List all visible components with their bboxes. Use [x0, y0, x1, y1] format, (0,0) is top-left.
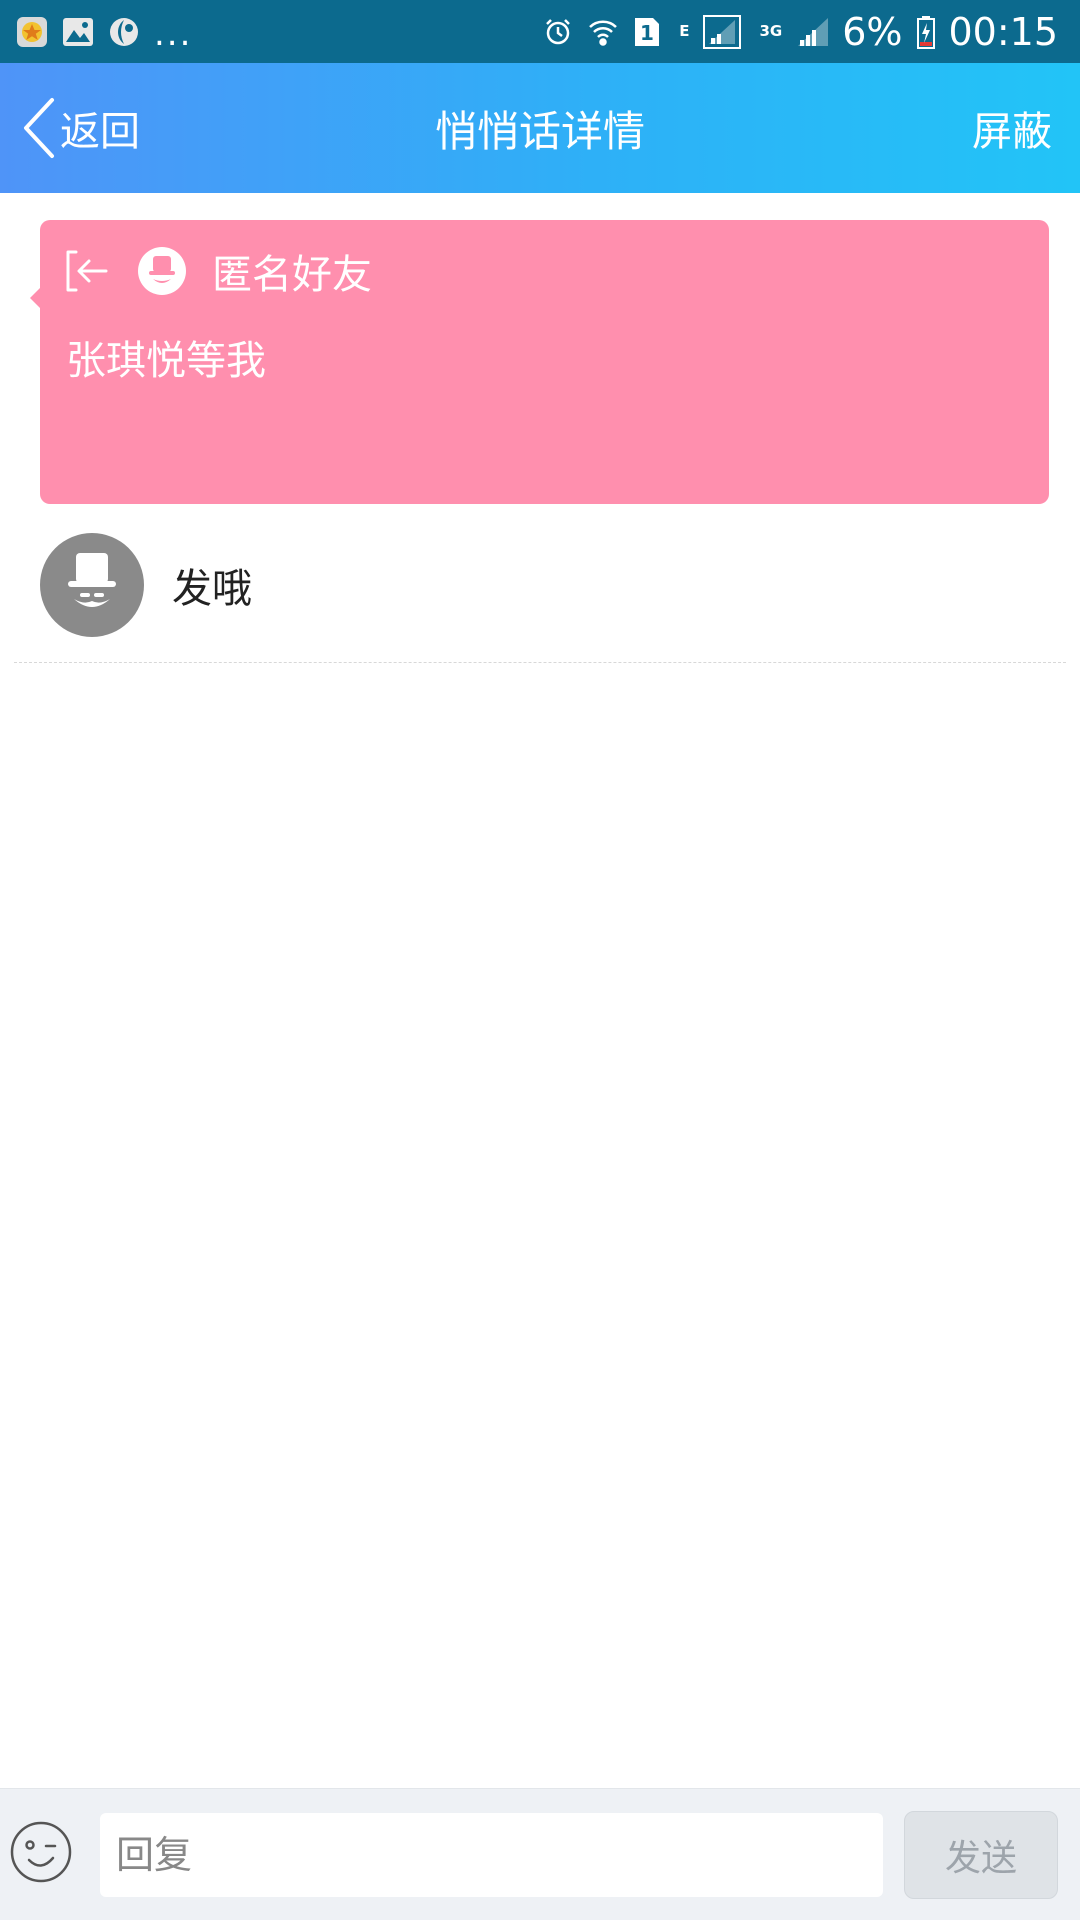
wifi-icon: [587, 16, 619, 48]
svg-text:1: 1: [640, 21, 654, 45]
clock: 00:15: [948, 9, 1058, 54]
notification-overflow: ...: [154, 13, 193, 54]
network-3g-label: 3G: [759, 21, 783, 40]
block-button[interactable]: 屏蔽: [972, 63, 1052, 193]
page-title: 悄悄话详情: [434, 106, 645, 156]
sim-icon: 1: [633, 16, 661, 48]
signal-3g-icon: [796, 16, 830, 48]
battery-charging-icon: [916, 15, 936, 49]
alarm-icon: [543, 17, 573, 47]
card-header: 匿名好友: [64, 246, 372, 298]
emoji-icon[interactable]: [8, 1819, 74, 1885]
reply-text: 发哦: [172, 566, 252, 612]
app-notification-icon: [16, 16, 48, 48]
reply-item: 发哦: [0, 530, 1080, 640]
reply-input[interactable]: [100, 1813, 883, 1897]
back-button[interactable]: 返回: [20, 63, 140, 193]
divider: [14, 662, 1066, 663]
status-bar: ... 1 E 3G 6% 00:15: [0, 0, 1080, 63]
signal-icon: [703, 14, 742, 49]
anonymous-avatar-icon: [138, 247, 186, 295]
whisper-detail-screen: ... 1 E 3G 6% 00:15 返回 悄悄话详情 屏蔽 匿名好友 张琪悦…: [0, 0, 1080, 1920]
send-button[interactable]: 发送: [904, 1811, 1058, 1899]
reply-input-bar: 发送: [0, 1788, 1080, 1920]
nav-bar: 返回 悄悄话详情 屏蔽: [0, 63, 1080, 193]
sender-name: 匿名好友: [212, 252, 372, 298]
back-label: 返回: [60, 109, 140, 155]
whisper-message: 张琪悦等我: [66, 338, 266, 384]
app-icon: [108, 16, 140, 48]
exit-icon[interactable]: [64, 248, 110, 294]
gallery-icon: [62, 17, 94, 47]
network-e-label: E: [679, 21, 690, 40]
status-bar-left: ...: [16, 13, 192, 51]
status-bar-right: 1 E 3G 6% 00:15: [529, 10, 1058, 54]
whisper-card: 匿名好友 张琪悦等我: [30, 220, 1049, 504]
card-tail: [30, 288, 40, 308]
chevron-left-icon: [20, 96, 56, 160]
battery-percent: 6%: [842, 9, 903, 54]
anonymous-avatar-icon: [40, 533, 144, 637]
